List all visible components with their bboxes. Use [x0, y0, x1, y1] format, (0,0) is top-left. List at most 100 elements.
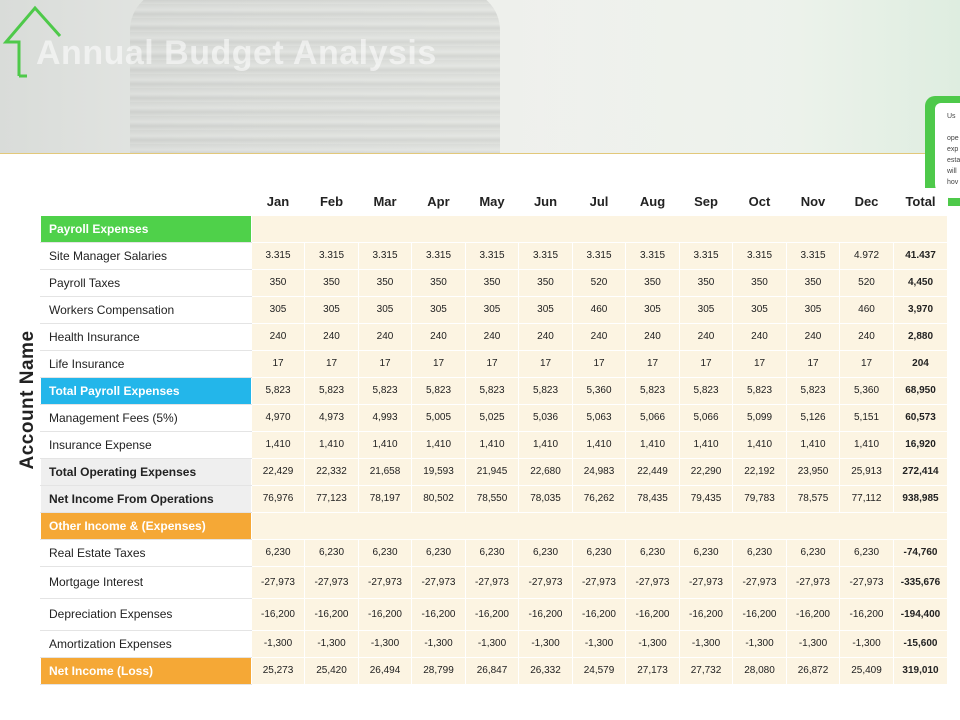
value-cell: 79,435 — [679, 484, 733, 513]
callout-line: esta — [947, 157, 960, 164]
value-cell: 1,410 — [786, 430, 840, 459]
value-cell: 76,262 — [572, 484, 626, 513]
value-cell: 17 — [411, 349, 466, 378]
value-cell: 17 — [304, 349, 359, 378]
value-cell: 305 — [411, 295, 466, 324]
total-cell: -15,600 — [893, 629, 948, 658]
value-cell: 6,230 — [839, 538, 894, 567]
value-cell: 5,823 — [786, 376, 840, 405]
value-cell: -27,973 — [625, 565, 680, 599]
callout-line: exp — [947, 146, 959, 153]
account-name-cell: Health Insurance — [40, 322, 252, 351]
value-cell: -1,300 — [304, 629, 359, 658]
value-cell: 4,970 — [251, 403, 305, 432]
value-cell: 77,112 — [839, 484, 894, 513]
value-cell: 240 — [251, 322, 305, 351]
value-cell: 19,593 — [411, 457, 466, 486]
value-cell: 25,913 — [839, 457, 894, 486]
value-cell: 25,420 — [304, 656, 359, 685]
callout-line: Us — [947, 113, 956, 120]
value-cell: -27,973 — [679, 565, 733, 599]
value-cell: 6,230 — [732, 538, 787, 567]
value-cell: 17 — [572, 349, 626, 378]
value-cell: 5,036 — [518, 403, 573, 432]
value-cell: 5,823 — [625, 376, 680, 405]
value-cell: 1,410 — [304, 430, 359, 459]
value-cell: 6,230 — [518, 538, 573, 567]
account-name-cell: Real Estate Taxes — [40, 538, 252, 567]
value-cell: 305 — [358, 295, 412, 324]
table-row: Mortgage Interest -27,973 -27,973 -27,973 -2… — [40, 565, 948, 599]
column-header-may: May — [465, 188, 519, 215]
value-cell: 3.315 — [625, 241, 680, 270]
value-cell: 5,005 — [411, 403, 466, 432]
value-cell: 305 — [625, 295, 680, 324]
value-cell: 3.315 — [465, 241, 519, 270]
value-cell: 305 — [518, 295, 573, 324]
total-cell: 4,450 — [893, 268, 948, 297]
table-row: Amortization Expenses -1,300 -1,300 -1,300-… — [40, 629, 948, 658]
value-cell: 1,410 — [465, 430, 519, 459]
value-cell: 28,080 — [732, 656, 787, 685]
value-cell: 350 — [786, 268, 840, 297]
total-cell: 319,010 — [893, 656, 948, 685]
value-cell: 22,192 — [732, 457, 787, 486]
value-cell: -27,973 — [304, 565, 359, 599]
value-cell: 5,066 — [625, 403, 680, 432]
table-row: Total Payroll Expenses 5,823 5,823 5,823 5,8… — [40, 376, 948, 405]
callout-line — [947, 122, 960, 133]
column-header-feb: Feb — [304, 188, 359, 215]
value-cell: 305 — [251, 295, 305, 324]
table-header-row: Jan Feb Mar Apr May Jun Jul Aug Sep Oct Nov Dec Tota… — [40, 188, 948, 215]
value-cell: 22,290 — [679, 457, 733, 486]
value-cell: -1,300 — [679, 629, 733, 658]
value-cell: 240 — [465, 322, 519, 351]
value-cell: -1,300 — [411, 629, 466, 658]
value-cell: 17 — [465, 349, 519, 378]
value-cell: 1,410 — [251, 430, 305, 459]
value-cell: 240 — [839, 322, 894, 351]
value-cell: 240 — [304, 322, 359, 351]
value-cell: 460 — [572, 295, 626, 324]
value-cell: -27,973 — [732, 565, 787, 599]
value-cell: -27,973 — [411, 565, 466, 599]
account-name-axis-label: Account Name — [17, 330, 38, 470]
header-divider — [0, 153, 960, 154]
value-cell: 5,099 — [732, 403, 787, 432]
table-row: Depreciation Expenses -16,200 -16,200 -16,2… — [40, 597, 948, 631]
column-header-aug: Aug — [625, 188, 680, 215]
table-row: Other Income & (Expenses) — [40, 511, 948, 540]
account-name-cell: Total Operating Expenses — [40, 457, 252, 486]
total-cell: 68,950 — [893, 376, 948, 405]
value-cell: -16,200 — [786, 597, 840, 631]
banner-gradient — [540, 0, 960, 154]
column-header-nov: Nov — [786, 188, 840, 215]
column-header-sep: Sep — [679, 188, 733, 215]
value-cell: 3.315 — [518, 241, 573, 270]
account-name-cell: Depreciation Expenses — [40, 597, 252, 631]
value-cell: 1,410 — [679, 430, 733, 459]
value-cell: 21,945 — [465, 457, 519, 486]
table-row: Payroll Taxes 350 350 350 350 350 350 520 350 350… — [40, 268, 948, 297]
total-cell: 16,920 — [893, 430, 948, 459]
table-row: Real Estate Taxes 6,230 6,230 6,230 6,230 6,2… — [40, 538, 948, 567]
callout-note: Us ope exp esta will hov — [935, 103, 960, 198]
value-cell: -16,200 — [572, 597, 626, 631]
value-cell: -27,973 — [839, 565, 894, 599]
value-cell: 240 — [625, 322, 680, 351]
total-cell: 2,880 — [893, 322, 948, 351]
value-cell: 4,973 — [304, 403, 359, 432]
value-cell: -27,973 — [786, 565, 840, 599]
budget-table: Jan Feb Mar Apr May Jun Jul Aug Sep Oct Nov Dec Tota… — [40, 188, 948, 685]
page-title: Annual Budget Analysis — [36, 34, 437, 72]
value-cell: 6,230 — [786, 538, 840, 567]
value-cell: 22,332 — [304, 457, 359, 486]
value-cell: 5,823 — [465, 376, 519, 405]
value-cell: 5,360 — [572, 376, 626, 405]
value-cell: -16,200 — [304, 597, 359, 631]
value-cell: -1,300 — [625, 629, 680, 658]
value-cell: 27,173 — [625, 656, 680, 685]
account-name-cell: Payroll Taxes — [40, 268, 252, 297]
value-cell: -16,200 — [839, 597, 894, 631]
table-row: Payroll Expenses — [40, 214, 948, 243]
